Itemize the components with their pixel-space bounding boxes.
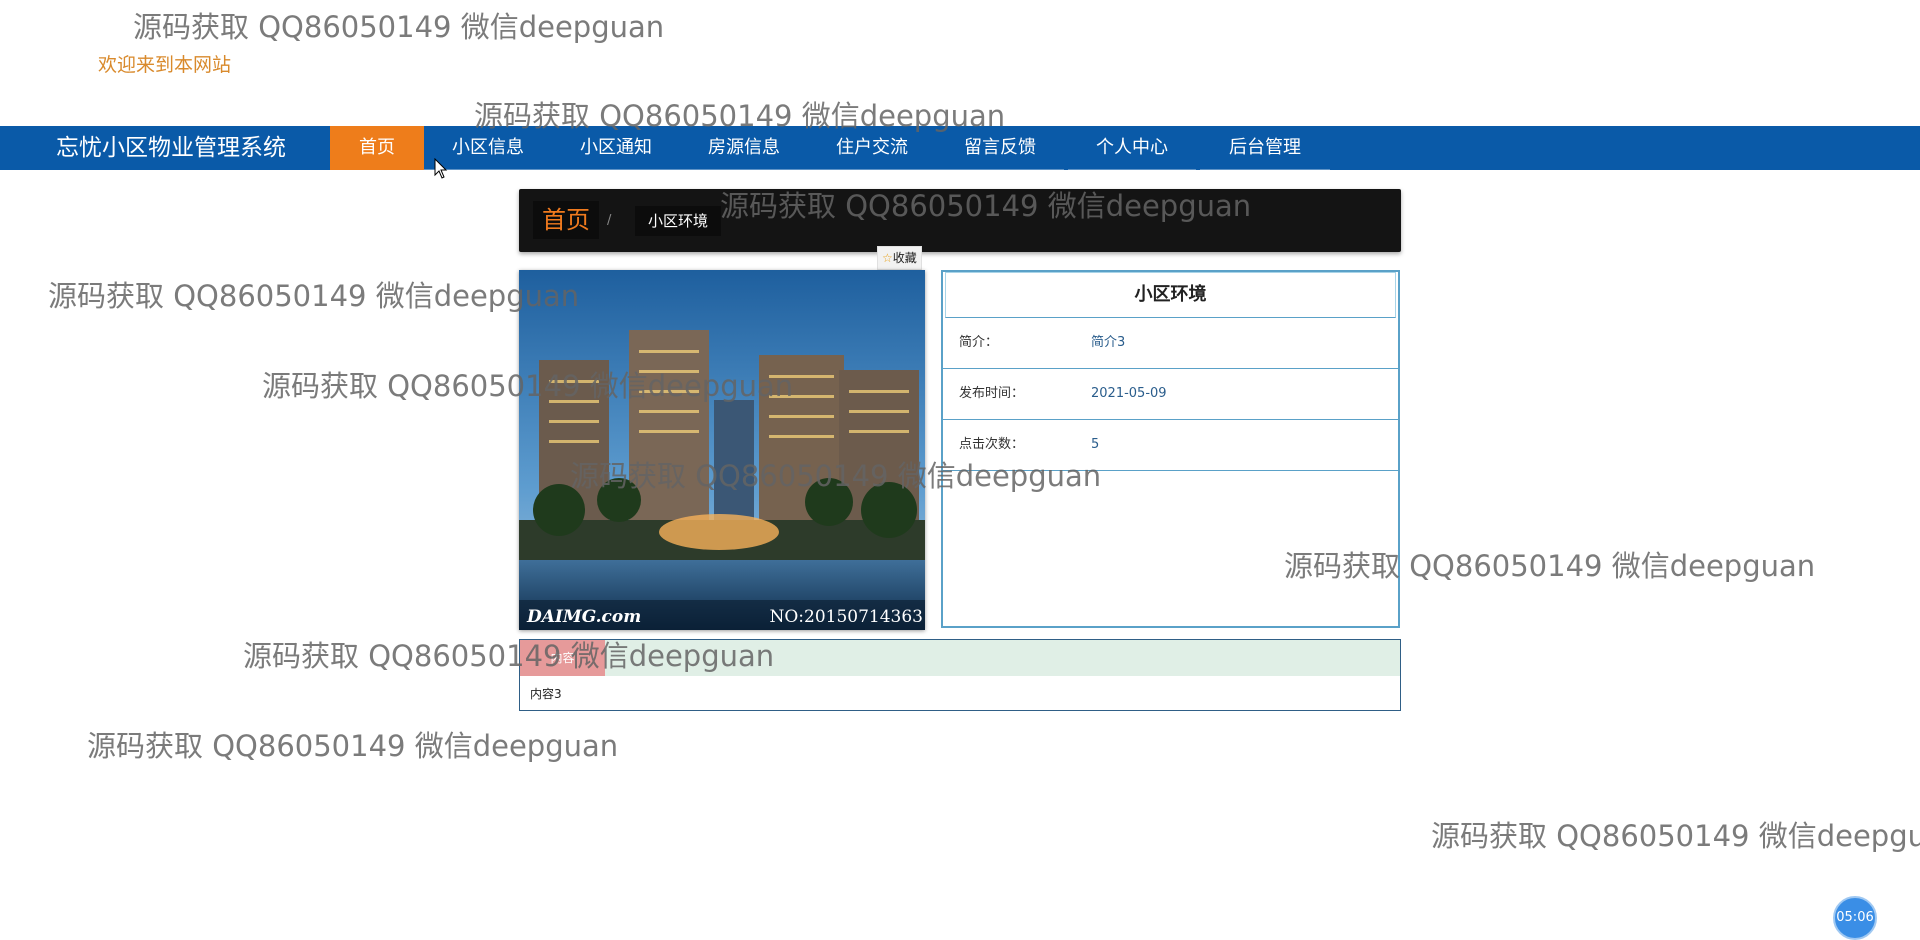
info-label: 点击次数： [959, 437, 1025, 452]
watermark-text: 源码获取 QQ86050149 微信deepguan [87, 729, 619, 763]
mouse-cursor-icon [434, 158, 448, 179]
breadcrumb-separator: / [607, 213, 612, 228]
nav-label: 后台管理 [1229, 137, 1301, 158]
detail-info-table: 小区环境 简介： 简介3 发布时间： 2021-05-09 点击次数： 5 [941, 270, 1400, 628]
nav-underline [552, 169, 680, 170]
info-label: 发布时间： [959, 386, 1025, 401]
breadcrumb-current: 小区环境 [635, 206, 722, 236]
community-photo: DAIMG.com NO:20150714363 [519, 270, 925, 630]
info-row-intro: 简介： 简介3 [943, 318, 1398, 369]
nav-label: 房源信息 [708, 137, 780, 158]
nav-label: 小区通知 [580, 137, 652, 158]
info-label: 简介： [959, 335, 999, 350]
photo-watermark-right: NO:20150714363 [769, 607, 923, 627]
nav-underline [936, 169, 1064, 170]
nav-label: 留言反馈 [964, 137, 1036, 158]
watermark-text: 源码获取 QQ86050149 微信deepguan [48, 279, 580, 313]
detail-title: 小区环境 [945, 272, 1396, 318]
top-navbar: 忘忧小区物业管理系统 首页 小区信息 小区通知 房源信息 住户交流 留言反馈 个… [0, 126, 1920, 170]
nav-profile[interactable]: 个人中心 [1068, 126, 1196, 170]
collect-label: 收藏 [892, 251, 917, 265]
community-photo-art [519, 270, 925, 630]
collect-button[interactable]: ☆收藏 [877, 246, 922, 270]
breadcrumb-home[interactable]: 首页 [533, 201, 599, 239]
star-icon: ☆ [882, 251, 893, 265]
info-value: 简介3 [1091, 335, 1126, 350]
nav-home[interactable]: 首页 [330, 126, 424, 170]
content-header: 内容 [520, 640, 1400, 676]
info-value: 5 [1091, 437, 1100, 452]
watermark-text: 源码获取 QQ86050149 微信deepguan [133, 10, 665, 44]
info-value: 2021-05-09 [1091, 386, 1167, 401]
photo-watermark-left: DAIMG.com [527, 607, 642, 627]
content-tab[interactable]: 内容 [520, 640, 605, 676]
site-brand[interactable]: 忘忧小区物业管理系统 [56, 126, 286, 170]
breadcrumb: 首页 / 小区环境 [519, 189, 1401, 252]
welcome-text: 欢迎来到本网站 [98, 54, 232, 76]
info-row-clicks: 点击次数： 5 [943, 420, 1398, 471]
nav-underline [680, 169, 808, 170]
content-panel: 内容 内容3 [519, 639, 1401, 711]
timer-badge[interactable]: 05:06 [1833, 896, 1877, 940]
watermark-text: 源码获取 QQ86050149 微信deepguan [1431, 819, 1920, 853]
content-body: 内容3 [530, 687, 562, 701]
nav-underline [1068, 169, 1196, 170]
nav-label: 住户交流 [836, 137, 908, 158]
nav-underline [808, 169, 936, 170]
nav-label: 小区信息 [452, 137, 524, 158]
nav-label: 个人中心 [1096, 137, 1168, 158]
nav-admin[interactable]: 后台管理 [1200, 126, 1330, 170]
info-row-publish-time: 发布时间： 2021-05-09 [943, 369, 1398, 420]
nav-resident-forum[interactable]: 住户交流 [808, 126, 936, 170]
nav-notices[interactable]: 小区通知 [552, 126, 680, 170]
nav-underline [1200, 169, 1330, 170]
nav-housing[interactable]: 房源信息 [680, 126, 808, 170]
nav-feedback[interactable]: 留言反馈 [936, 126, 1064, 170]
